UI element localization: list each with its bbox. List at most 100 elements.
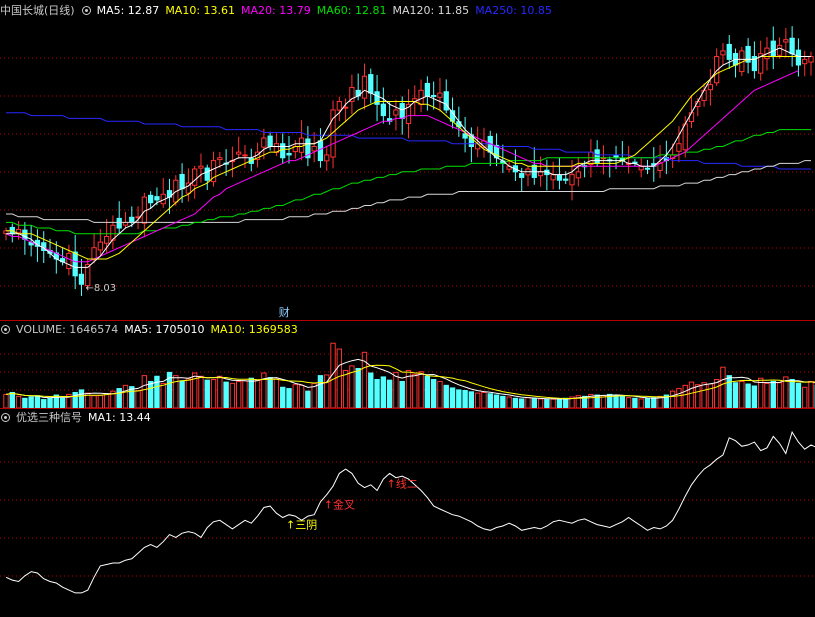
- candle-up: [311, 146, 317, 152]
- candle-up: [298, 137, 305, 153]
- candle-up: [192, 168, 198, 186]
- candle-up: [808, 56, 814, 63]
- main-header: 中国长城(日线) MA5: 12.87 MA10: 13.61 MA20: 13…: [0, 2, 558, 18]
- candle-down: [443, 91, 449, 111]
- candle-up: [537, 171, 544, 177]
- volume-label: VOLUME: 1646574: [16, 322, 119, 336]
- volume-bar-down: [789, 379, 795, 409]
- candle-up: [242, 154, 248, 157]
- candle-up: [236, 151, 242, 155]
- volume-bar-up: [739, 380, 745, 409]
- volume-bar-up: [537, 398, 544, 409]
- volume-bar-up: [695, 384, 701, 409]
- volume-bar-up: [141, 375, 148, 409]
- volume-ma10-label: MA10: 1369583: [210, 322, 298, 336]
- volume-bar-down: [34, 395, 41, 409]
- volume-bar-down: [305, 390, 311, 409]
- candle-down: [116, 217, 122, 229]
- candle-down: [644, 167, 651, 170]
- volume-bar-down: [399, 380, 405, 409]
- volume-bar-down: [556, 398, 563, 409]
- candle-down: [726, 43, 732, 60]
- volume-bar-down: [41, 399, 47, 409]
- volume-bar-down: [632, 397, 638, 409]
- settings-circle-icon[interactable]: [1, 412, 10, 422]
- volume-bar-down: [116, 388, 122, 409]
- candle-down: [795, 49, 802, 66]
- settings-circle-icon[interactable]: [1, 324, 10, 334]
- volume-bar-down: [795, 382, 802, 409]
- volume-bar-down: [462, 390, 468, 409]
- candle-down: [204, 167, 210, 181]
- volume-bar-up: [254, 379, 261, 409]
- volume-bar-down: [487, 393, 493, 409]
- candle-up: [707, 84, 714, 91]
- volume-bar-down: [286, 388, 292, 409]
- volume-bar-up: [437, 380, 443, 409]
- candle-down: [179, 173, 185, 190]
- volume-bar-up: [242, 380, 248, 409]
- volume-bar-up: [336, 348, 343, 409]
- volume-bar-up: [235, 380, 242, 409]
- volume-bar-down: [519, 398, 525, 409]
- volume-bar-down: [223, 381, 229, 409]
- volume-bar-up: [802, 386, 808, 409]
- candle-up: [418, 89, 424, 106]
- volume-bar-down: [613, 394, 619, 409]
- candle-down: [78, 273, 85, 285]
- candle-down: [431, 94, 437, 97]
- candle-down: [594, 149, 600, 164]
- ma10-label: MA10: 13.61: [165, 3, 236, 17]
- volume-bar-up: [198, 375, 204, 409]
- volume-bar-up: [229, 382, 236, 409]
- volume-bar-up: [210, 379, 217, 409]
- volume-bar-down: [544, 399, 550, 409]
- volume-bar-up: [160, 382, 166, 409]
- volume-bar-up: [185, 378, 192, 409]
- candle-up: [342, 106, 349, 109]
- candle-up: [701, 89, 707, 101]
- candle-up: [336, 101, 342, 111]
- volume-bar-up: [625, 397, 632, 409]
- volume-bar-down: [751, 385, 758, 409]
- candle-up: [437, 92, 443, 98]
- candle-down: [148, 194, 154, 204]
- candle-down: [154, 196, 160, 201]
- volume-bar-up: [298, 384, 305, 409]
- candle-up: [720, 50, 726, 56]
- candle-down: [72, 251, 78, 277]
- volume-bar-down: [512, 397, 519, 409]
- candle-up: [638, 165, 644, 171]
- volume-bar-down: [468, 391, 475, 409]
- volume-bar-up: [638, 398, 644, 409]
- volume-bar-up: [418, 371, 424, 409]
- candle-up: [802, 58, 808, 65]
- volume-bar-down: [651, 397, 657, 409]
- volume-bar-up: [3, 393, 9, 409]
- candle-up: [103, 235, 110, 244]
- volume-bar-up: [776, 382, 783, 409]
- candle-up: [676, 143, 682, 152]
- volume-bar-up: [135, 390, 141, 409]
- volume-bar-down: [179, 380, 185, 409]
- volume-bar-up: [688, 381, 695, 409]
- volume-bar-down: [355, 367, 361, 409]
- volume-bar-down: [493, 394, 500, 409]
- candle-up: [97, 241, 103, 251]
- ma120-line: [6, 160, 811, 223]
- ma60-line: [6, 129, 811, 235]
- settings-circle-icon[interactable]: [81, 5, 91, 15]
- volume-bar-up: [273, 378, 280, 409]
- volume-bar-down: [386, 379, 393, 409]
- volume-bar-down: [248, 377, 254, 409]
- volume-bar-up: [707, 383, 714, 409]
- ma60-label: MA60: 12.81: [316, 3, 387, 17]
- volume-bar-down: [380, 376, 387, 409]
- volume-bar-down: [78, 389, 85, 409]
- volume-bar-down: [154, 375, 160, 409]
- volume-bar-up: [720, 366, 726, 409]
- volume-bar-up: [342, 369, 349, 409]
- volume-bar-down: [644, 397, 651, 409]
- volume-bar-down: [770, 380, 776, 409]
- volume-bar-down: [726, 375, 732, 409]
